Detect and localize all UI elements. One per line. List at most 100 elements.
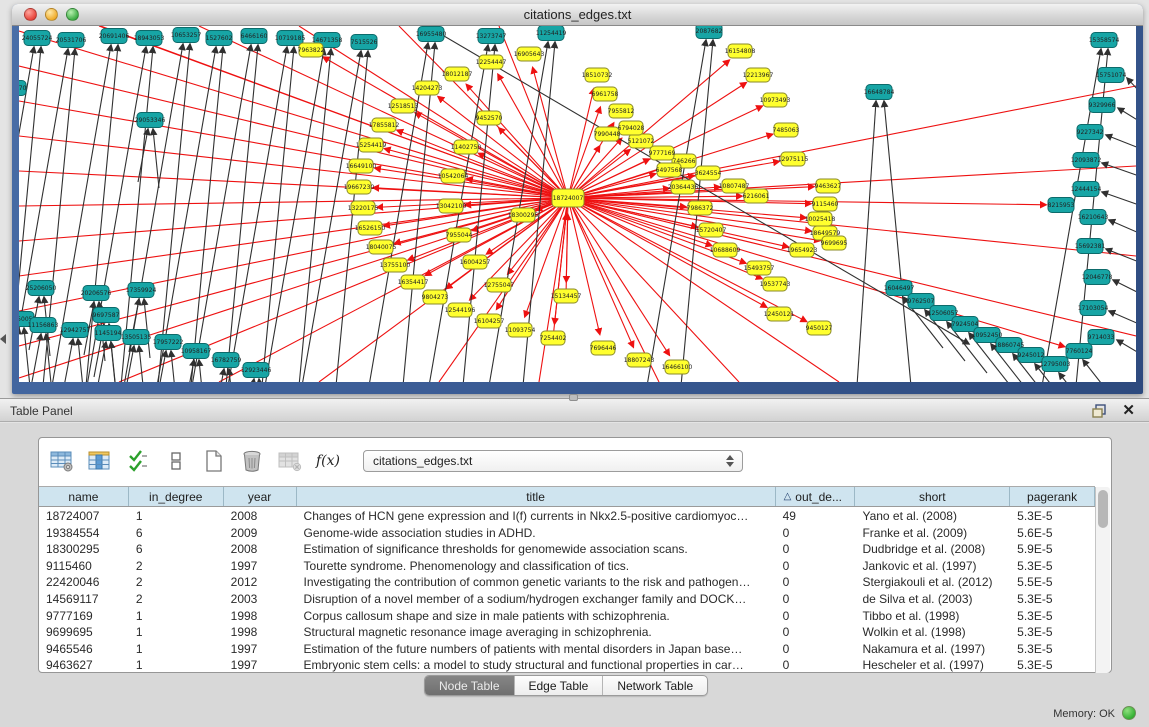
tab-edge-table[interactable]: Edge Table — [515, 676, 604, 695]
table-row[interactable]: 946362711997Embryonic stem cells: a mode… — [39, 657, 1095, 674]
graph-node[interactable]: 18724007 — [552, 189, 584, 207]
memory-status-icon[interactable] — [1122, 706, 1136, 720]
graph-node[interactable]: 8215953 — [1048, 198, 1075, 213]
graph-node[interactable]: 9450127 — [806, 321, 833, 335]
graph-node[interactable]: 20364436 — [668, 180, 699, 194]
graph-node[interactable]: 13755100 — [380, 258, 411, 272]
graph-node[interactable]: 17855812 — [369, 118, 400, 132]
graph-node[interactable]: 6216061 — [743, 189, 770, 203]
show-columns-icon[interactable] — [87, 448, 113, 474]
graph-node[interactable]: 9714033 — [1088, 330, 1115, 345]
table-row[interactable]: 1872400712008Changes of HCN gene express… — [39, 508, 1095, 525]
graph-node[interactable]: 6961758 — [592, 87, 619, 101]
graph-node[interactable]: 7963822 — [298, 43, 325, 57]
graph-node[interactable]: 9804273 — [422, 290, 449, 304]
graph-node[interactable]: 5121072 — [628, 134, 655, 148]
graph-node[interactable]: 7515526 — [351, 35, 378, 50]
graph-node[interactable]: 16782759 — [211, 353, 242, 368]
graph-node[interactable]: 15720407 — [696, 223, 727, 237]
splitter-grip[interactable] — [569, 394, 578, 401]
graph-node[interactable]: 12450121 — [764, 307, 795, 321]
graph-node[interactable]: 10688609 — [710, 243, 741, 257]
graph-node[interactable]: 13220175 — [348, 201, 379, 215]
graph-node[interactable]: 12518513 — [388, 99, 419, 113]
graph-node[interactable]: 19654923 — [787, 243, 818, 257]
citation-graph[interactable]: 1872400724055724205317062069140618943053… — [19, 26, 1136, 382]
graph-node[interactable]: 12795003 — [1040, 357, 1071, 372]
table-row[interactable]: 911546021997Tourette syndrome. Phenomeno… — [39, 558, 1095, 575]
scrollbar-thumb[interactable] — [1098, 490, 1108, 528]
graph-node[interactable]: 13273747 — [476, 29, 507, 44]
graph-node[interactable]: 17957222 — [153, 335, 184, 350]
graph-node[interactable]: 14204273 — [412, 81, 443, 95]
graph-node[interactable]: 9227342 — [1077, 125, 1104, 140]
column-header-title[interactable]: title — [297, 487, 776, 506]
graph-node[interactable]: 15692381 — [1075, 239, 1106, 254]
graph-node[interactable]: 7986372 — [687, 201, 714, 215]
graph-node[interactable]: 13042100 — [436, 199, 467, 213]
graph-node[interactable]: 10542064 — [438, 169, 469, 183]
graph-node[interactable]: 13505135 — [121, 330, 152, 345]
graph-node[interactable]: 18807243 — [624, 353, 655, 367]
column-header-name[interactable]: name — [39, 487, 129, 506]
graph-node[interactable]: 1145194 — [95, 326, 122, 341]
graph-node[interactable]: 19667230 — [344, 180, 375, 194]
table-row[interactable]: 1938455462009Genome-wide association stu… — [39, 525, 1095, 542]
graph-node[interactable]: 18943053 — [134, 31, 165, 46]
table-selector[interactable]: citations_edges.txt — [363, 450, 743, 472]
graph-node[interactable]: 15358574 — [1089, 33, 1120, 48]
new-table-icon[interactable] — [201, 448, 227, 474]
graph-node[interactable]: 16154808 — [725, 44, 756, 58]
graph-node[interactable]: 12975115 — [778, 152, 809, 166]
graph-node[interactable]: 18510732 — [582, 68, 613, 82]
graph-node[interactable]: 12923446 — [241, 363, 272, 378]
graph-node[interactable]: 9329966 — [1089, 98, 1116, 113]
window-titlebar[interactable]: citations_edges.txt — [12, 4, 1143, 26]
graph-node[interactable]: 12942757 — [60, 323, 91, 338]
graph-node[interactable]: 16649100 — [346, 159, 377, 173]
graph-node[interactable]: 3624554 — [695, 166, 722, 180]
column-header-year[interactable]: year — [224, 487, 297, 506]
panel-collapse-arrow-icon[interactable] — [0, 334, 6, 344]
graph-node[interactable]: 9115460 — [812, 197, 839, 211]
graph-node[interactable]: 7696446 — [590, 341, 617, 355]
tab-node-table[interactable]: Node Table — [425, 676, 515, 695]
select-rows-icon[interactable] — [125, 448, 151, 474]
table-row[interactable]: 1830029562008Estimation of significance … — [39, 541, 1095, 558]
graph-node[interactable]: 12444154 — [1071, 182, 1102, 197]
graph-node[interactable]: 1527602 — [206, 31, 233, 46]
graph-node[interactable]: 20531706 — [56, 33, 87, 48]
function-builder-icon[interactable]: f(x) — [315, 448, 341, 474]
graph-node[interactable]: 16905643 — [514, 47, 545, 61]
close-panel-icon[interactable]: ✕ — [1122, 401, 1135, 419]
column-header-out_de[interactable]: △out_de... — [776, 487, 856, 506]
graph-node[interactable]: 11156863 — [28, 318, 59, 333]
graph-node[interactable]: 10025418 — [805, 212, 836, 226]
graph-node[interactable]: 12544196 — [445, 303, 476, 317]
graph-node[interactable]: 9452570 — [476, 111, 503, 125]
graph-node[interactable]: 10653257 — [171, 28, 202, 43]
tab-network-table[interactable]: Network Table — [603, 676, 707, 695]
graph-node[interactable]: 7485063 — [773, 123, 800, 137]
graph-node[interactable]: 9463627 — [815, 179, 842, 193]
graph-node[interactable]: 11254419 — [536, 26, 567, 41]
graph-node[interactable]: 2053170 — [19, 81, 27, 96]
float-panel-icon[interactable] — [1092, 404, 1107, 418]
graph-node[interactable]: 7254402 — [540, 331, 567, 345]
column-header-pagerank[interactable]: pagerank — [1010, 487, 1095, 506]
column-header-in_degree[interactable]: in_degree — [129, 487, 224, 506]
graph-node[interactable]: 18012187 — [442, 67, 473, 81]
graph-node[interactable]: 7955044 — [446, 228, 473, 242]
table-row[interactable]: 969969511998Structural magnetic resonanc… — [39, 624, 1095, 641]
graph-node[interactable]: 12254447 — [476, 55, 507, 69]
graph-node[interactable]: 12046778 — [1082, 270, 1113, 285]
graph-node[interactable]: 6497568 — [656, 163, 683, 177]
graph-node[interactable]: 12755047 — [484, 278, 515, 292]
graph-node[interactable]: 16354417 — [398, 275, 429, 289]
graph-node[interactable]: 9697587 — [93, 308, 120, 323]
graph-node[interactable]: 18300295 — [508, 208, 539, 222]
table-settings-icon[interactable] — [49, 448, 75, 474]
graph-node[interactable]: 6466160 — [241, 29, 268, 44]
graph-node[interactable]: 20206576 — [81, 286, 112, 301]
graph-node[interactable]: 16466100 — [662, 360, 693, 374]
